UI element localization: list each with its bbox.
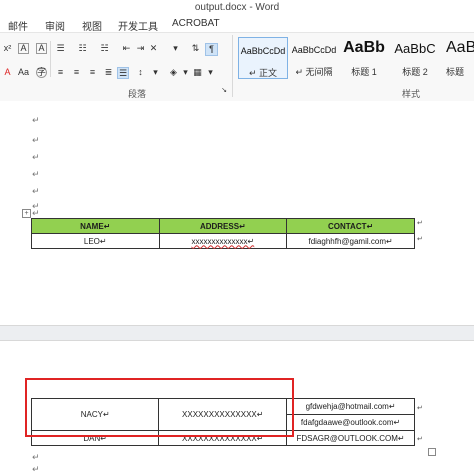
page-break-gap bbox=[0, 325, 474, 341]
style-normal-preview: AaBbCcDd bbox=[240, 46, 286, 56]
tab-acrobat[interactable]: ACROBAT bbox=[172, 18, 220, 29]
character-border-icon[interactable]: A bbox=[18, 43, 29, 54]
line-spacing-dropdown-icon[interactable]: ▾ bbox=[150, 67, 161, 78]
distributed-icon[interactable]: ☰ bbox=[117, 67, 129, 79]
style-heading-1-name: 标题 1 bbox=[351, 67, 377, 77]
paragraph-dialog-launcher-icon[interactable]: ↘ bbox=[220, 87, 228, 95]
tab-developer[interactable]: 开发工具 bbox=[118, 18, 158, 33]
increase-indent-icon[interactable]: ⇥ bbox=[135, 43, 146, 54]
paragraph-mark: ↵ bbox=[32, 169, 40, 179]
table-move-handle-icon[interactable]: + bbox=[22, 209, 31, 218]
ribbon-separator bbox=[50, 63, 51, 77]
style-no-spacing-name: ↵ 无间隔 bbox=[295, 67, 333, 77]
contact-line-2: fdafgdaawe@outlook.com↵ bbox=[300, 418, 401, 427]
cell-address[interactable]: xxxxxxxxxxxxxx↵ bbox=[158, 233, 288, 249]
multilevel-list-icon[interactable]: ☵ bbox=[99, 43, 110, 54]
row-end-mark: ↵ bbox=[417, 236, 423, 243]
paragraph-mark: ↵ bbox=[32, 152, 40, 162]
style-title-name: 标题 bbox=[446, 67, 465, 77]
title-bar: output.docx - Word bbox=[0, 0, 474, 16]
header-name[interactable]: NAME↵ bbox=[31, 218, 160, 234]
style-heading-2[interactable]: AaBbC 标题 2 bbox=[391, 37, 439, 77]
style-title[interactable]: AaBb 标题 bbox=[446, 37, 474, 77]
row-end-mark: ↵ bbox=[417, 436, 423, 443]
align-left-icon[interactable]: ≡ bbox=[55, 67, 66, 78]
character-shading-icon[interactable]: A bbox=[36, 43, 47, 54]
cell-contact[interactable]: gfdwehja@hotmail.com↵ fdafgdaawe@outlook… bbox=[286, 398, 415, 431]
borders-dropdown-icon[interactable]: ▾ bbox=[205, 67, 216, 78]
chinese-layout-icon[interactable]: ✕ bbox=[148, 43, 159, 54]
superscript-icon[interactable]: x² bbox=[2, 43, 13, 54]
numbering-icon[interactable]: ☷ bbox=[77, 43, 88, 54]
tab-mailings[interactable]: 邮件 bbox=[8, 18, 28, 33]
styles-group-label: 样式 bbox=[402, 89, 421, 99]
enclose-characters-icon[interactable]: 字 bbox=[36, 67, 47, 78]
show-marks-icon[interactable]: ¶ bbox=[205, 43, 218, 56]
cell-contact[interactable]: FDSAGR@OUTLOOK.COM↵ bbox=[286, 430, 415, 446]
shading-dropdown-icon[interactable]: ▾ bbox=[180, 67, 191, 78]
header-contact[interactable]: CONTACT↵ bbox=[286, 218, 415, 234]
style-normal[interactable]: AaBbCcDd ↵ 正文 bbox=[238, 37, 288, 79]
style-no-spacing-preview: AaBbCcDd bbox=[291, 45, 337, 55]
highlight-annotation-box bbox=[25, 378, 294, 437]
decrease-indent-icon[interactable]: ⇤ bbox=[121, 43, 132, 54]
table-row: LEO↵ xxxxxxxxxxxxxx↵ fdiaghhfh@gamil.com… bbox=[31, 233, 415, 249]
shading-icon[interactable]: ◈ bbox=[168, 67, 179, 78]
style-no-spacing[interactable]: AaBbCcDd ↵ 无间隔 bbox=[290, 37, 338, 77]
row-end-mark: ↵ bbox=[417, 220, 423, 227]
sort-icon[interactable]: ⇅ bbox=[190, 43, 201, 54]
contact-line-1: gfdwehja@hotmail.com↵ bbox=[287, 399, 414, 415]
font-color-icon[interactable]: A bbox=[2, 67, 13, 78]
bullets-icon[interactable]: ☰ bbox=[55, 43, 66, 54]
style-normal-name: ↵ 正文 bbox=[248, 68, 278, 78]
line-spacing-icon[interactable]: ↕ bbox=[135, 67, 146, 78]
chinese-layout-dropdown-icon[interactable]: ▾ bbox=[170, 43, 181, 54]
style-heading-1-preview: AaBb bbox=[343, 39, 385, 56]
paragraph-mark: ↵ bbox=[32, 135, 40, 145]
justify-icon[interactable]: ≣ bbox=[103, 67, 114, 78]
cell-contact[interactable]: fdiaghhfh@gamil.com↵ bbox=[286, 233, 415, 249]
table-header-row: NAME↵ ADDRESS↵ CONTACT↵ bbox=[31, 218, 415, 234]
style-heading-2-preview: AaBbC bbox=[394, 41, 436, 56]
align-center-icon[interactable]: ≡ bbox=[71, 67, 82, 78]
tab-view[interactable]: 视图 bbox=[82, 18, 102, 33]
paragraph-group-label: 段落 bbox=[128, 89, 147, 99]
change-case-icon[interactable]: Aa bbox=[18, 67, 29, 78]
cell-address-text: xxxxxxxxxxxxxx↵ bbox=[191, 236, 255, 246]
style-heading-1[interactable]: AaBb 标题 1 bbox=[340, 37, 388, 77]
contacts-table-1[interactable]: NAME↵ ADDRESS↵ CONTACT↵ LEO↵ xxxxxxxxxxx… bbox=[31, 218, 415, 249]
paragraph-mark: ↵ bbox=[32, 452, 40, 462]
paragraph-mark: ↵ bbox=[32, 186, 40, 196]
paragraph-mark: ↵ bbox=[32, 464, 40, 474]
ribbon-tabs: 邮件 审阅 视图 开发工具 ACROBAT bbox=[0, 16, 474, 33]
style-title-preview: AaBb bbox=[446, 39, 474, 56]
align-right-icon[interactable]: ≡ bbox=[87, 67, 98, 78]
table-resize-handle-icon[interactable] bbox=[428, 448, 436, 456]
ribbon-separator bbox=[232, 35, 233, 97]
paragraph-mark: ↵ bbox=[32, 115, 40, 125]
header-address[interactable]: ADDRESS↵ bbox=[158, 218, 288, 234]
borders-icon[interactable]: ▦ bbox=[192, 67, 203, 78]
row-end-mark: ↵ bbox=[417, 405, 423, 412]
style-heading-2-name: 标题 2 bbox=[402, 67, 428, 77]
tab-review[interactable]: 审阅 bbox=[45, 18, 65, 33]
window-title: output.docx - Word bbox=[194, 2, 280, 13]
ribbon: x² A A ☰ ☷ ☵ ⇤ ⇥ ✕ ▾ ⇅ ¶ A Aa 字 ≡ ≡ ≡ ≣ … bbox=[0, 32, 474, 102]
cell-name[interactable]: LEO↵ bbox=[31, 233, 160, 249]
